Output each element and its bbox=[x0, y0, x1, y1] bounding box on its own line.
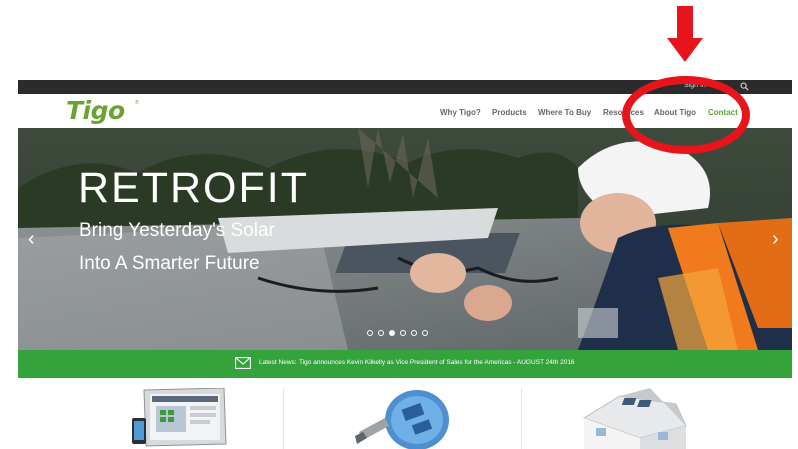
logo-registered-mark: ® bbox=[135, 100, 139, 106]
hero-title: RETROFIT bbox=[78, 164, 309, 212]
carousel-prev-icon[interactable]: ‹ bbox=[28, 228, 35, 251]
annotation-arrow-icon bbox=[667, 38, 703, 62]
nav-why-tigo[interactable]: Why Tigo? bbox=[440, 108, 481, 117]
carousel-dot[interactable] bbox=[400, 330, 406, 336]
tigo-logo[interactable]: Tigo bbox=[66, 96, 125, 125]
carousel-dot-active[interactable] bbox=[389, 330, 395, 336]
laptop-dashboard-icon[interactable] bbox=[130, 388, 230, 449]
hero-carousel: RETROFIT Bring Yesterday's Solar Into A … bbox=[18, 128, 792, 350]
carousel-dot[interactable] bbox=[367, 330, 373, 336]
hero-subtitle-line2: Into A Smarter Future bbox=[79, 253, 260, 274]
carousel-dot[interactable] bbox=[422, 330, 428, 336]
feature-divider bbox=[283, 388, 284, 449]
nav-products[interactable]: Products bbox=[492, 108, 527, 117]
news-bar: Latest News: Tigo announces Kevin Kilkel… bbox=[18, 350, 792, 378]
house-cutaway-icon[interactable] bbox=[580, 388, 690, 449]
carousel-dot[interactable] bbox=[378, 330, 384, 336]
feature-row bbox=[18, 378, 792, 449]
news-headline-link[interactable]: Tigo announces Kevin Kilkelly as Vice Pr… bbox=[299, 359, 575, 366]
nav-where-to-buy[interactable]: Where To Buy bbox=[538, 108, 591, 117]
feature-divider bbox=[521, 388, 522, 449]
annotation-arrow-shaft bbox=[677, 6, 693, 40]
hero-subtitle-line1: Bring Yesterday's Solar bbox=[79, 220, 275, 241]
carousel-next-icon[interactable]: › bbox=[772, 228, 779, 251]
carousel-dot[interactable] bbox=[411, 330, 417, 336]
annotation-circle bbox=[622, 76, 750, 154]
news-label: Latest News: bbox=[259, 359, 297, 366]
search-icon[interactable] bbox=[740, 82, 749, 91]
mail-icon bbox=[235, 357, 251, 369]
carousel-dots bbox=[367, 330, 428, 336]
lightbulb-icon[interactable] bbox=[353, 388, 453, 449]
